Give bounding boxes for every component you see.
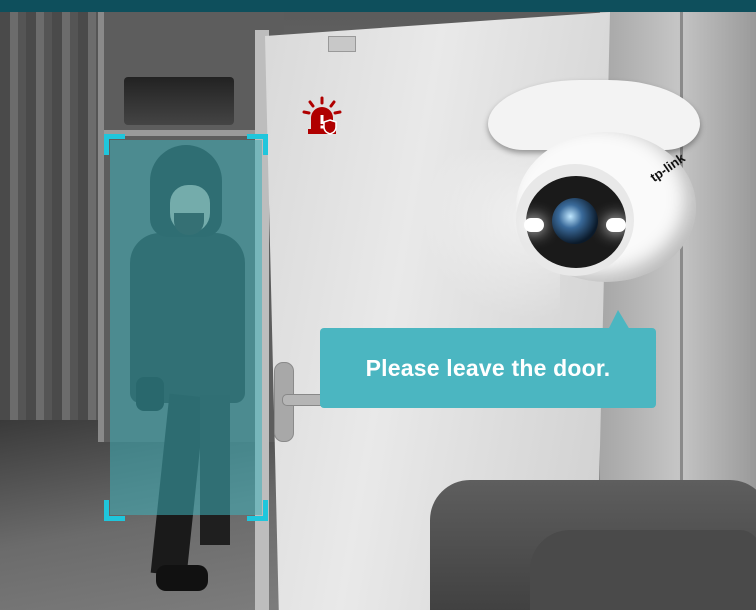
- header-bar: [0, 0, 756, 12]
- speech-bubble-text: Please leave the door.: [365, 354, 611, 381]
- curtain: [0, 12, 110, 472]
- detection-corner: [247, 500, 268, 521]
- shield-icon: [323, 119, 337, 135]
- speech-bubble: Please leave the door.: [320, 328, 656, 408]
- scene: tp-link Please leave the door.: [0, 0, 756, 610]
- speech-bubble-tail: [608, 310, 630, 330]
- sofa-arm: [530, 530, 756, 610]
- door-latch: [328, 36, 356, 52]
- detection-corner: [104, 134, 125, 155]
- camera-lens: [552, 198, 598, 244]
- camera-spotlight: [524, 218, 544, 232]
- security-camera: tp-link: [488, 80, 708, 282]
- printer: [124, 77, 234, 125]
- alarm-siren-icon: [302, 96, 342, 136]
- person-shoe: [156, 565, 208, 591]
- camera-spotlight: [606, 218, 626, 232]
- detection-corner: [247, 134, 268, 155]
- person-detection-box: [104, 134, 268, 521]
- detection-corner: [104, 500, 125, 521]
